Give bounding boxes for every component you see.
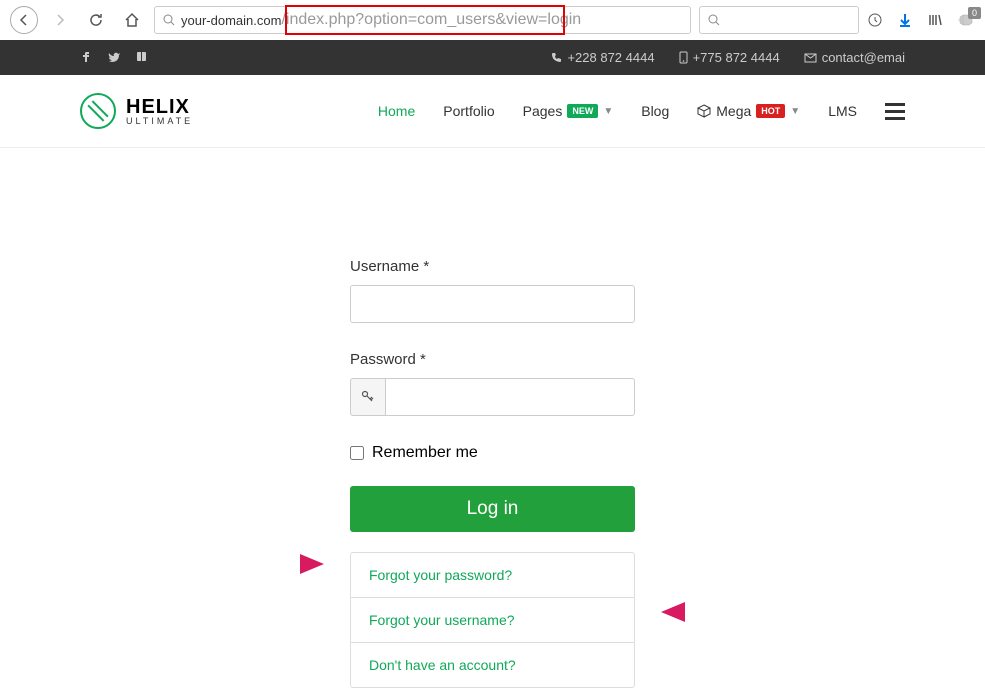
key-icon	[350, 378, 385, 416]
twitter-icon[interactable]	[107, 50, 121, 65]
forward-button[interactable]	[46, 6, 74, 34]
phone-1[interactable]: +228 872 4444	[551, 50, 654, 65]
phone-2[interactable]: +775 872 4444	[679, 50, 780, 65]
nav-mega[interactable]: Mega HOT ▼	[697, 103, 800, 119]
hamburger-menu[interactable]	[885, 103, 905, 120]
search-icon	[163, 14, 175, 26]
nav-pages[interactable]: Pages NEW ▼	[523, 103, 614, 119]
notification-badge: 0	[968, 7, 981, 19]
reload-button[interactable]	[82, 6, 110, 34]
password-input[interactable]	[385, 378, 635, 416]
no-account-link[interactable]: Don't have an account?	[351, 643, 634, 687]
logo-brand: HELIX	[126, 97, 193, 117]
logo-subtitle: ULTIMATE	[126, 117, 193, 126]
logo-icon	[80, 93, 116, 129]
login-button[interactable]: Log in	[350, 486, 635, 532]
arrow-annotation-right	[661, 602, 685, 622]
url-domain: your-domain.com	[181, 13, 281, 28]
password-label: Password *	[350, 351, 635, 368]
library-icon[interactable]	[927, 12, 943, 28]
chevron-down-icon: ▼	[790, 106, 800, 117]
home-button[interactable]	[118, 6, 146, 34]
new-badge: NEW	[567, 104, 598, 118]
url-path: /index.php?option=com_users&view=login	[281, 11, 581, 29]
nav-lms[interactable]: LMS	[828, 103, 857, 119]
arrow-annotation-left	[300, 554, 324, 574]
remember-label: Remember me	[372, 444, 478, 462]
site-logo[interactable]: HELIX ULTIMATE	[80, 93, 193, 129]
book-icon[interactable]	[135, 50, 148, 65]
nav-portfolio[interactable]: Portfolio	[443, 103, 494, 119]
chevron-down-icon: ▼	[603, 106, 613, 117]
main-navigation: HELIX ULTIMATE Home Portfolio Pages NEW …	[0, 75, 985, 148]
browser-search-bar[interactable]	[699, 6, 859, 34]
login-form: Username * Password * Remember me Log in…	[350, 258, 635, 688]
forgot-username-link[interactable]: Forgot your username?	[351, 598, 634, 643]
forgot-password-link[interactable]: Forgot your password?	[351, 553, 634, 598]
nav-home[interactable]: Home	[378, 103, 415, 119]
browser-toolbar: your-domain.com /index.php?option=com_us…	[0, 0, 985, 40]
cube-icon	[697, 104, 711, 118]
facebook-icon[interactable]	[80, 50, 93, 65]
hot-badge: HOT	[756, 104, 785, 118]
username-input[interactable]	[350, 285, 635, 323]
link-list: Forgot your password? Forgot your userna…	[350, 552, 635, 688]
top-bar: +228 872 4444 +775 872 4444 contact@emai	[0, 40, 985, 75]
back-button[interactable]	[10, 6, 38, 34]
url-bar[interactable]: your-domain.com /index.php?option=com_us…	[154, 6, 691, 34]
email-contact[interactable]: contact@emai	[804, 50, 905, 65]
remember-checkbox[interactable]	[350, 446, 364, 460]
username-label: Username *	[350, 258, 635, 275]
history-icon[interactable]	[867, 12, 883, 28]
nav-blog[interactable]: Blog	[641, 103, 669, 119]
download-icon[interactable]	[897, 12, 913, 28]
notification-icon[interactable]: 0	[957, 11, 975, 29]
